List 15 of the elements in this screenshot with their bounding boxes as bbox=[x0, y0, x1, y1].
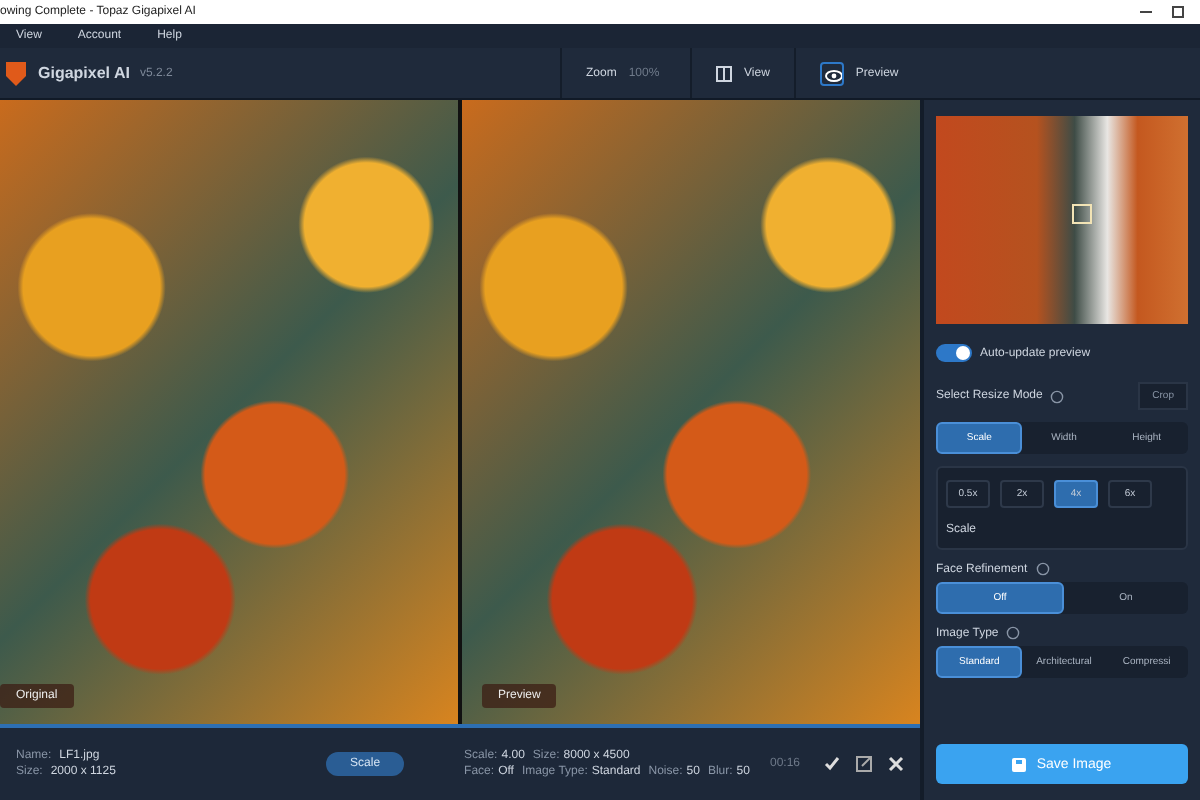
auto-update-toggle[interactable] bbox=[936, 344, 972, 362]
help-icon[interactable] bbox=[1006, 626, 1021, 640]
close-icon[interactable] bbox=[888, 756, 904, 772]
minimize-icon[interactable] bbox=[1140, 6, 1152, 18]
logo-icon bbox=[4, 59, 28, 87]
maximize-icon[interactable] bbox=[1172, 6, 1184, 18]
open-external-icon[interactable] bbox=[856, 756, 872, 772]
check-icon[interactable] bbox=[824, 756, 840, 772]
help-icon[interactable] bbox=[1035, 562, 1050, 576]
split-view-icon[interactable] bbox=[716, 65, 732, 81]
save-icon bbox=[1012, 757, 1027, 771]
help-icon[interactable] bbox=[1050, 389, 1065, 403]
app-name: Gigapixel AI bbox=[38, 64, 130, 82]
eye-icon[interactable] bbox=[819, 61, 844, 85]
view-marker[interactable] bbox=[1072, 204, 1092, 224]
